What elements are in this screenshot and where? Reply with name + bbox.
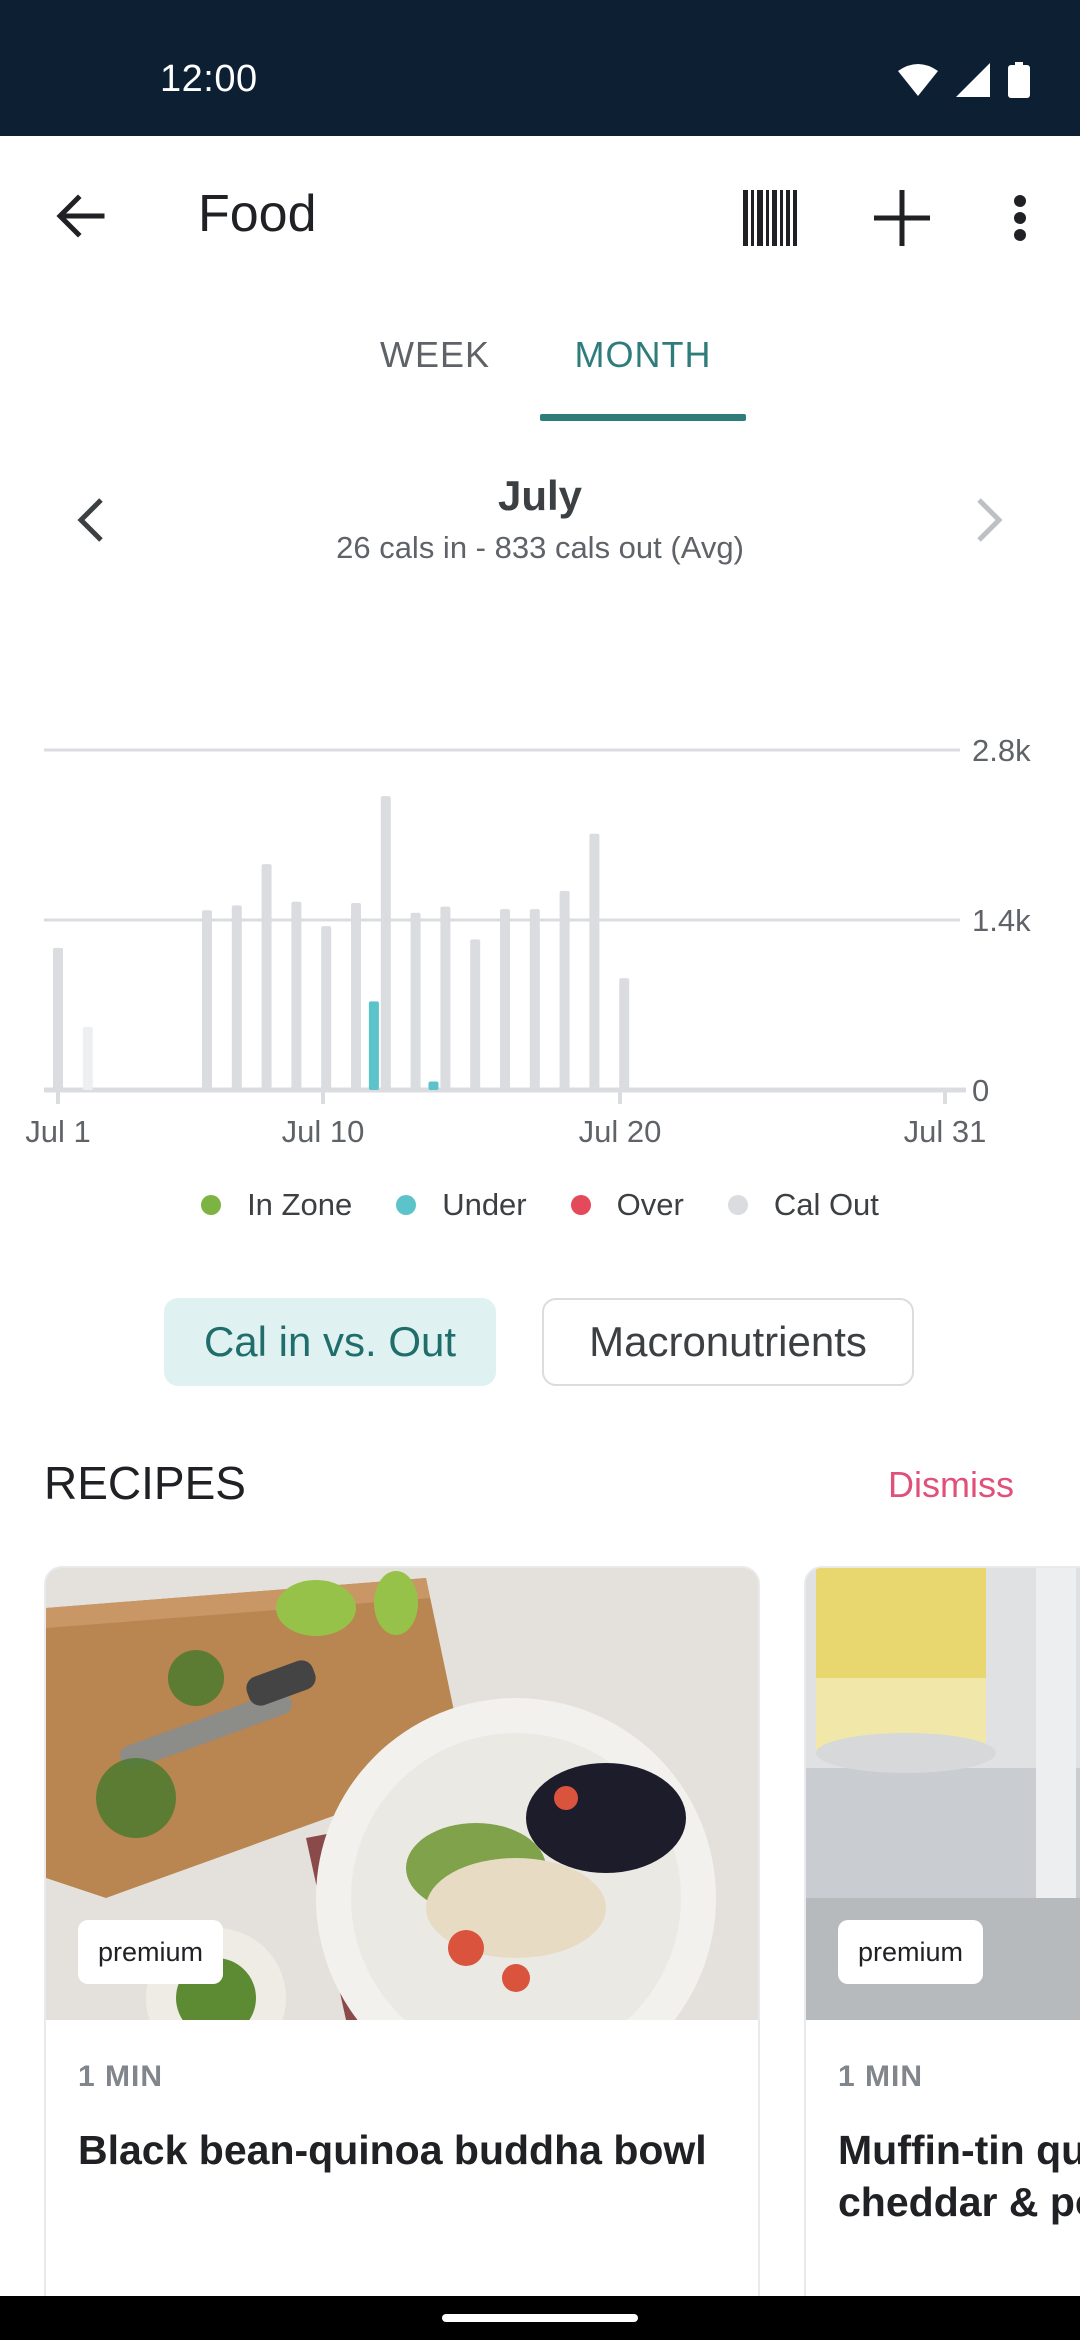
period-title: July [497, 472, 583, 519]
legend-label: Over [616, 1187, 684, 1222]
recipe-card-body: 1 MIN Black bean-quinoa buddha bowl [46, 2020, 758, 2176]
recipe-title: Muffin-tin qu cheddar & po [838, 2127, 1080, 2225]
wifi-icon [898, 64, 938, 96]
calories-chart: 2.8k 1.4k 0 Jul 1 Jul 10 Jul 20 Jul 31 [0, 700, 1080, 1160]
cal-in-vs-out-chip[interactable]: Cal in vs. Out [164, 1298, 496, 1386]
back-button[interactable] [40, 176, 120, 256]
barcode-icon [743, 190, 797, 246]
system-navigation-bar [0, 2296, 1080, 2340]
recipe-title: Black bean-quinoa buddha bowl [78, 2127, 707, 2173]
period-tabs: WEEK MONTH [0, 310, 1080, 422]
legend-dot [570, 1195, 591, 1215]
legend-item: Under [396, 1187, 527, 1223]
legend-item: Over [570, 1187, 684, 1223]
cal-out-bar [440, 906, 451, 1090]
cal-out-bar [82, 1026, 93, 1090]
cal-out-bar [231, 905, 242, 1090]
cal-out-bar [351, 903, 361, 1090]
recipe-duration: 1 MIN [78, 2060, 164, 2093]
dismiss-recipes-link[interactable]: Dismiss [888, 1464, 1014, 1506]
calories-chart-svg: 2.8k 1.4k 0 Jul 1 Jul 10 Jul 20 Jul 31 [25, 733, 1031, 1149]
recipe-card[interactable]: premium 1 MIN Black bean-quinoa buddha b… [44, 1566, 760, 2296]
more-options-button[interactable] [980, 178, 1060, 258]
cal-out-bar [589, 833, 600, 1090]
legend-label: In Zone [247, 1187, 353, 1222]
signal-icon [956, 63, 990, 97]
more-vert-icon [1014, 195, 1026, 241]
x-tick-label: Jul 1 [25, 1114, 90, 1149]
y-tick-label: 2.8k [972, 733, 1031, 768]
under-bar [428, 1081, 439, 1090]
recipe-carousel[interactable]: premium 1 MIN Black bean-quinoa buddha b… [44, 1566, 1080, 2296]
cal-out-bar [470, 939, 481, 1090]
cal-out-bar [321, 926, 332, 1090]
cal-out-bar [291, 901, 302, 1090]
cal-out-bar [53, 947, 63, 1090]
y-tick-label: 1.4k [972, 903, 1031, 938]
x-tick-label: Jul 20 [579, 1114, 662, 1149]
premium-badge: premium [838, 1920, 984, 1984]
y-tick-label: 0 [972, 1073, 989, 1108]
tab-month[interactable]: MONTH [540, 334, 746, 376]
legend-dot [396, 1195, 417, 1215]
recipes-section-title: RECIPES [44, 1457, 246, 1509]
cal-out-bar [380, 796, 391, 1090]
next-period-button[interactable] [950, 480, 1030, 560]
recipe-card-body: 1 MIN Muffin-tin qu cheddar & po [806, 2020, 1080, 2228]
legend-dot [727, 1195, 748, 1215]
chart-legend: In Zone Under Over Cal Out [0, 1180, 1080, 1230]
cal-out-bar [410, 912, 421, 1090]
app-bar: Food [0, 136, 1080, 296]
legend-label: Under [442, 1187, 527, 1222]
tab-indicator [540, 414, 746, 421]
recipe-image-muffin-tin: premium [806, 1568, 1080, 2020]
cal-out-bar [529, 909, 540, 1090]
premium-badge: premium [78, 1920, 224, 1984]
legend-label: Cal Out [773, 1187, 879, 1222]
x-tick-label: Jul 31 [904, 1114, 987, 1149]
cal-out-bar [500, 909, 510, 1090]
legend-dot [201, 1195, 222, 1215]
cal-out-bar [261, 864, 272, 1090]
x-tick-label: Jul 10 [282, 1114, 365, 1149]
status-icons [898, 62, 1030, 98]
recipe-card[interactable]: premium 1 MIN Muffin-tin qu cheddar & po [804, 1566, 1080, 2296]
barcode-scan-button[interactable] [730, 178, 810, 258]
add-food-button[interactable] [862, 178, 942, 258]
status-time: 12:00 [160, 58, 258, 100]
macronutrients-chip[interactable]: Macronutrients [542, 1298, 914, 1386]
under-bar [368, 1001, 379, 1090]
page-title: Food [198, 185, 317, 243]
cal-out-bar [619, 978, 630, 1090]
legend-item: In Zone [201, 1187, 352, 1223]
recipe-duration: 1 MIN [838, 2060, 924, 2093]
home-indicator[interactable] [442, 2314, 638, 2322]
status-bar: 12:00 [0, 0, 1080, 136]
cal-out-bar [202, 910, 212, 1090]
plus-icon [874, 190, 930, 246]
battery-icon [1008, 62, 1030, 98]
cal-out-bar [559, 890, 570, 1090]
chevron-right-icon [977, 498, 1003, 542]
period-summary: 26 cals in - 833 cals out (Avg) [336, 530, 744, 565]
tab-week[interactable]: WEEK [340, 334, 530, 376]
period-navigator: July 26 cals in - 833 cals out (Avg) [0, 460, 1080, 580]
recipe-image-buddha-bowl: premium [46, 1568, 758, 2020]
legend-item: Cal Out [727, 1187, 879, 1223]
arrow-back-icon [56, 194, 105, 238]
